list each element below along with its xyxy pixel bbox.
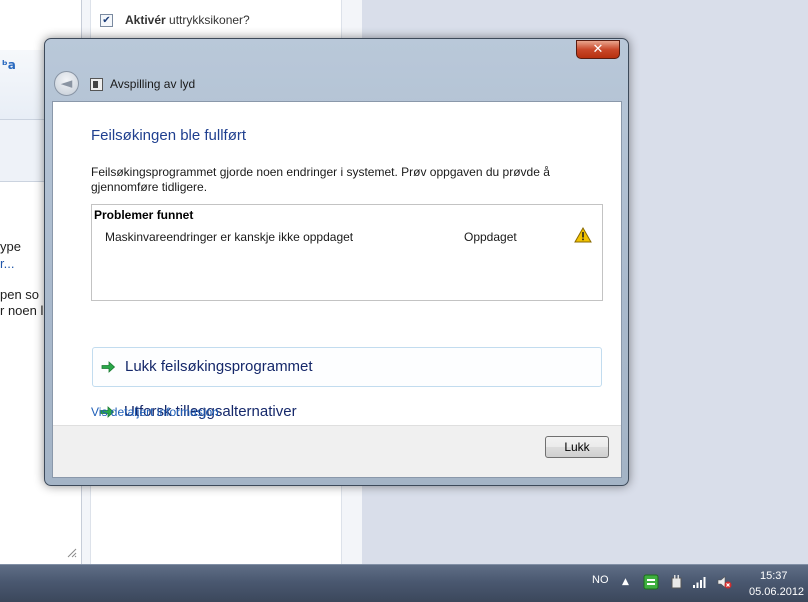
command-label: Lukk feilsøkingsprogrammet [125,358,313,375]
resize-grip-icon[interactable] [65,546,77,558]
page-heading: Feilsøkingen ble fullført [91,127,247,144]
show-hidden-icons-button[interactable]: ▲ [622,577,629,587]
dialog-footer: Lukk [53,425,621,477]
font-icon: ᵇa [2,58,16,72]
troubleshooter-dialog: ✕ ◄ Avspilling av lyd Feilsøkingen ble f… [44,38,629,486]
taskbar: NO ▲ 15:37 05.06.2012 [0,564,808,602]
clock-time[interactable]: 15:37 [760,570,788,582]
dialog-content: Feilsøkingen ble fullført Feilsøkingspro… [52,101,622,478]
emoticons-checkbox-label: Aktivér uttrykksikoner? [125,13,250,27]
back-button[interactable]: ◄ [54,71,79,96]
background-text-line: ype [0,239,21,254]
green-arrow-icon [101,361,116,373]
close-window-button[interactable]: ✕ [576,40,620,59]
background-link-line[interactable]: r... [0,256,14,271]
result-description: Feilsøkingsprogrammet gjorde noen endrin… [91,165,550,194]
problems-found-box: Problemer funnet Maskinvareendringer er … [91,204,603,301]
view-details-link[interactable]: Vis detaljert informasjon [91,405,219,419]
power-plug-icon[interactable] [668,574,684,590]
speaker-icon [90,78,103,91]
close-troubleshooter-command[interactable]: Lukk feilsøkingsprogrammet [92,347,602,387]
background-text-line: pen so [0,287,40,302]
language-indicator[interactable]: NO [592,574,609,586]
clock-date[interactable]: 05.06.2012 [749,586,804,598]
warning-icon [574,227,592,243]
problem-status: Oppdaget [464,230,517,244]
back-arrow-icon: ◄ [60,74,73,92]
dialog-titlebar: ◄ Avspilling av lyd [52,67,622,101]
volume-muted-icon[interactable] [716,574,732,590]
emoticons-checkbox[interactable]: ✔ [100,14,113,27]
network-signal-icon[interactable] [692,574,708,590]
lukk-button[interactable]: Lukk [545,436,609,458]
background-text-line: r noen l [0,303,44,318]
problem-name: Maskinvareendringer er kanskje ikke oppd… [105,230,354,244]
dialog-title: Avspilling av lyd [110,77,196,91]
action-center-icon[interactable] [643,574,659,590]
close-icon: ✕ [592,42,604,57]
problems-header: Problemer funnet [94,208,194,222]
